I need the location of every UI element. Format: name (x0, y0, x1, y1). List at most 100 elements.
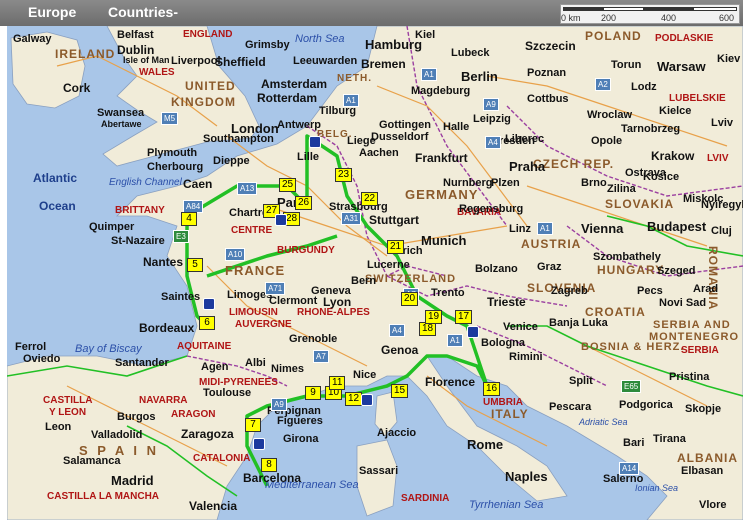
city-label: Clermont (269, 295, 318, 307)
country-label: ITALY (491, 407, 529, 421)
route-marker[interactable]: 19 (425, 310, 443, 324)
road-shield: E65 (621, 380, 642, 393)
city-label: Venice (503, 321, 538, 333)
road-shield: A4 (485, 136, 501, 149)
city-label: Magdeburg (411, 85, 471, 97)
city-label: Bordeaux (139, 321, 195, 335)
city-label: Bolzano (475, 263, 518, 275)
city-label: Lyon (323, 295, 352, 309)
route-marker[interactable]: 12 (345, 392, 363, 406)
city-label: Plymouth (147, 147, 198, 159)
road-shield: A7 (313, 350, 329, 363)
city-label: Figueres (277, 415, 323, 427)
city-label: Oviedo (23, 353, 61, 365)
poi-icon[interactable] (253, 438, 265, 450)
region-label: ENGLAND (183, 29, 233, 40)
city-label: Praha (509, 159, 546, 174)
poi-icon[interactable] (203, 298, 215, 310)
city-label: Zagreb (551, 285, 588, 297)
city-label: Nimes (271, 363, 305, 375)
city-label: Nantes (143, 255, 184, 269)
scale-label: 0 km (561, 13, 581, 23)
poi-icon[interactable] (361, 394, 373, 406)
map-window: Europe Countries- 0 km 200 400 600 North… (0, 0, 743, 520)
sea-label: Atlantic (33, 171, 78, 185)
scale-segment (693, 7, 737, 11)
route-marker[interactable]: 17 (455, 310, 473, 324)
city-label: Plzen (491, 177, 520, 189)
city-label: Antwerp (277, 119, 321, 131)
route-marker[interactable]: 18 (419, 322, 437, 336)
route-marker[interactable]: 20 (401, 292, 419, 306)
country-label: SLOVAKIA (605, 197, 675, 211)
city-label: Isle of Man (123, 55, 170, 65)
sea-label: Ocean (39, 199, 76, 213)
city-label: Poznan (527, 67, 567, 79)
city-label: Vlore (699, 499, 727, 511)
city-label: Geneva (311, 285, 351, 297)
route-marker[interactable]: 9 (305, 386, 321, 400)
countries-menu[interactable]: Countries- (108, 4, 178, 20)
map-canvas[interactable]: North Sea Atlantic Ocean English Channel… (7, 26, 743, 520)
route-marker[interactable]: 16 (483, 382, 501, 396)
city-label: Tilburg (319, 105, 357, 117)
city-label: Valencia (189, 499, 238, 513)
city-label: Caen (183, 177, 213, 191)
road-shield: A71 (265, 282, 286, 295)
city-label: Rimini (509, 351, 543, 363)
route-marker[interactable]: 21 (387, 240, 405, 254)
sea-label: Bay of Biscay (75, 343, 142, 355)
poi-icon[interactable] (467, 326, 479, 338)
region-label: CASTILLA (43, 395, 93, 406)
city-label: Rotterdam (257, 91, 318, 105)
poi-icon[interactable] (275, 214, 287, 226)
region-label: RHONE-ALPES (297, 307, 370, 318)
route-marker[interactable]: 5 (187, 258, 203, 272)
city-label: Abertawe (101, 119, 142, 129)
scale-label: 400 (661, 13, 677, 23)
region-label: CENTRE (231, 225, 273, 236)
route-marker[interactable]: 7 (245, 418, 261, 432)
city-label: Pescara (549, 401, 592, 413)
city-label: Cherbourg (147, 161, 204, 173)
city-label: Kielce (659, 105, 692, 117)
route-marker[interactable]: 6 (199, 316, 215, 330)
city-label: Bern (351, 275, 377, 287)
route-marker[interactable]: 15 (391, 384, 409, 398)
region-label: AUVERGNE (235, 319, 292, 330)
poi-icon[interactable] (309, 136, 321, 148)
city-label: Cluj (711, 225, 732, 237)
city-label: Graz (537, 261, 562, 273)
region-label: CATALONIA (193, 453, 251, 464)
road-shield: A14 (619, 462, 640, 475)
city-label: Trento (431, 287, 465, 299)
city-label: London (231, 121, 279, 136)
route-marker[interactable]: 22 (361, 192, 379, 206)
city-label: Leeuwarden (293, 55, 358, 67)
city-label: Arad (693, 283, 719, 295)
route-marker[interactable]: 11 (329, 376, 346, 390)
route-marker[interactable]: 8 (261, 458, 277, 472)
city-label: Halle (443, 121, 470, 133)
city-label: Grimsby (245, 39, 290, 51)
city-label: Munich (421, 233, 467, 248)
route-marker[interactable]: 26 (295, 196, 313, 210)
region-label[interactable]: Europe (28, 4, 76, 20)
city-label: Podgorica (619, 399, 673, 411)
city-label: Sassari (359, 465, 399, 477)
country-label: GERMANY (405, 187, 479, 202)
city-label: Elbasan (681, 465, 724, 477)
map-toolbar: Europe Countries- 0 km 200 400 600 (0, 0, 743, 26)
region-label: AQUITAINE (177, 341, 232, 352)
country-label: NETH. (337, 73, 372, 84)
route-marker[interactable]: 23 (335, 168, 353, 182)
city-label: Szczecin (525, 39, 576, 53)
city-label: Gottingen (379, 119, 431, 131)
city-label: Leon (45, 421, 72, 433)
city-label: Regensburg (459, 203, 524, 215)
city-label: Bari (623, 437, 645, 449)
route-marker[interactable]: 4 (181, 212, 197, 226)
route-marker[interactable]: 25 (279, 178, 297, 192)
city-label: Lille (297, 151, 320, 163)
country-label: UNITED (185, 79, 236, 93)
